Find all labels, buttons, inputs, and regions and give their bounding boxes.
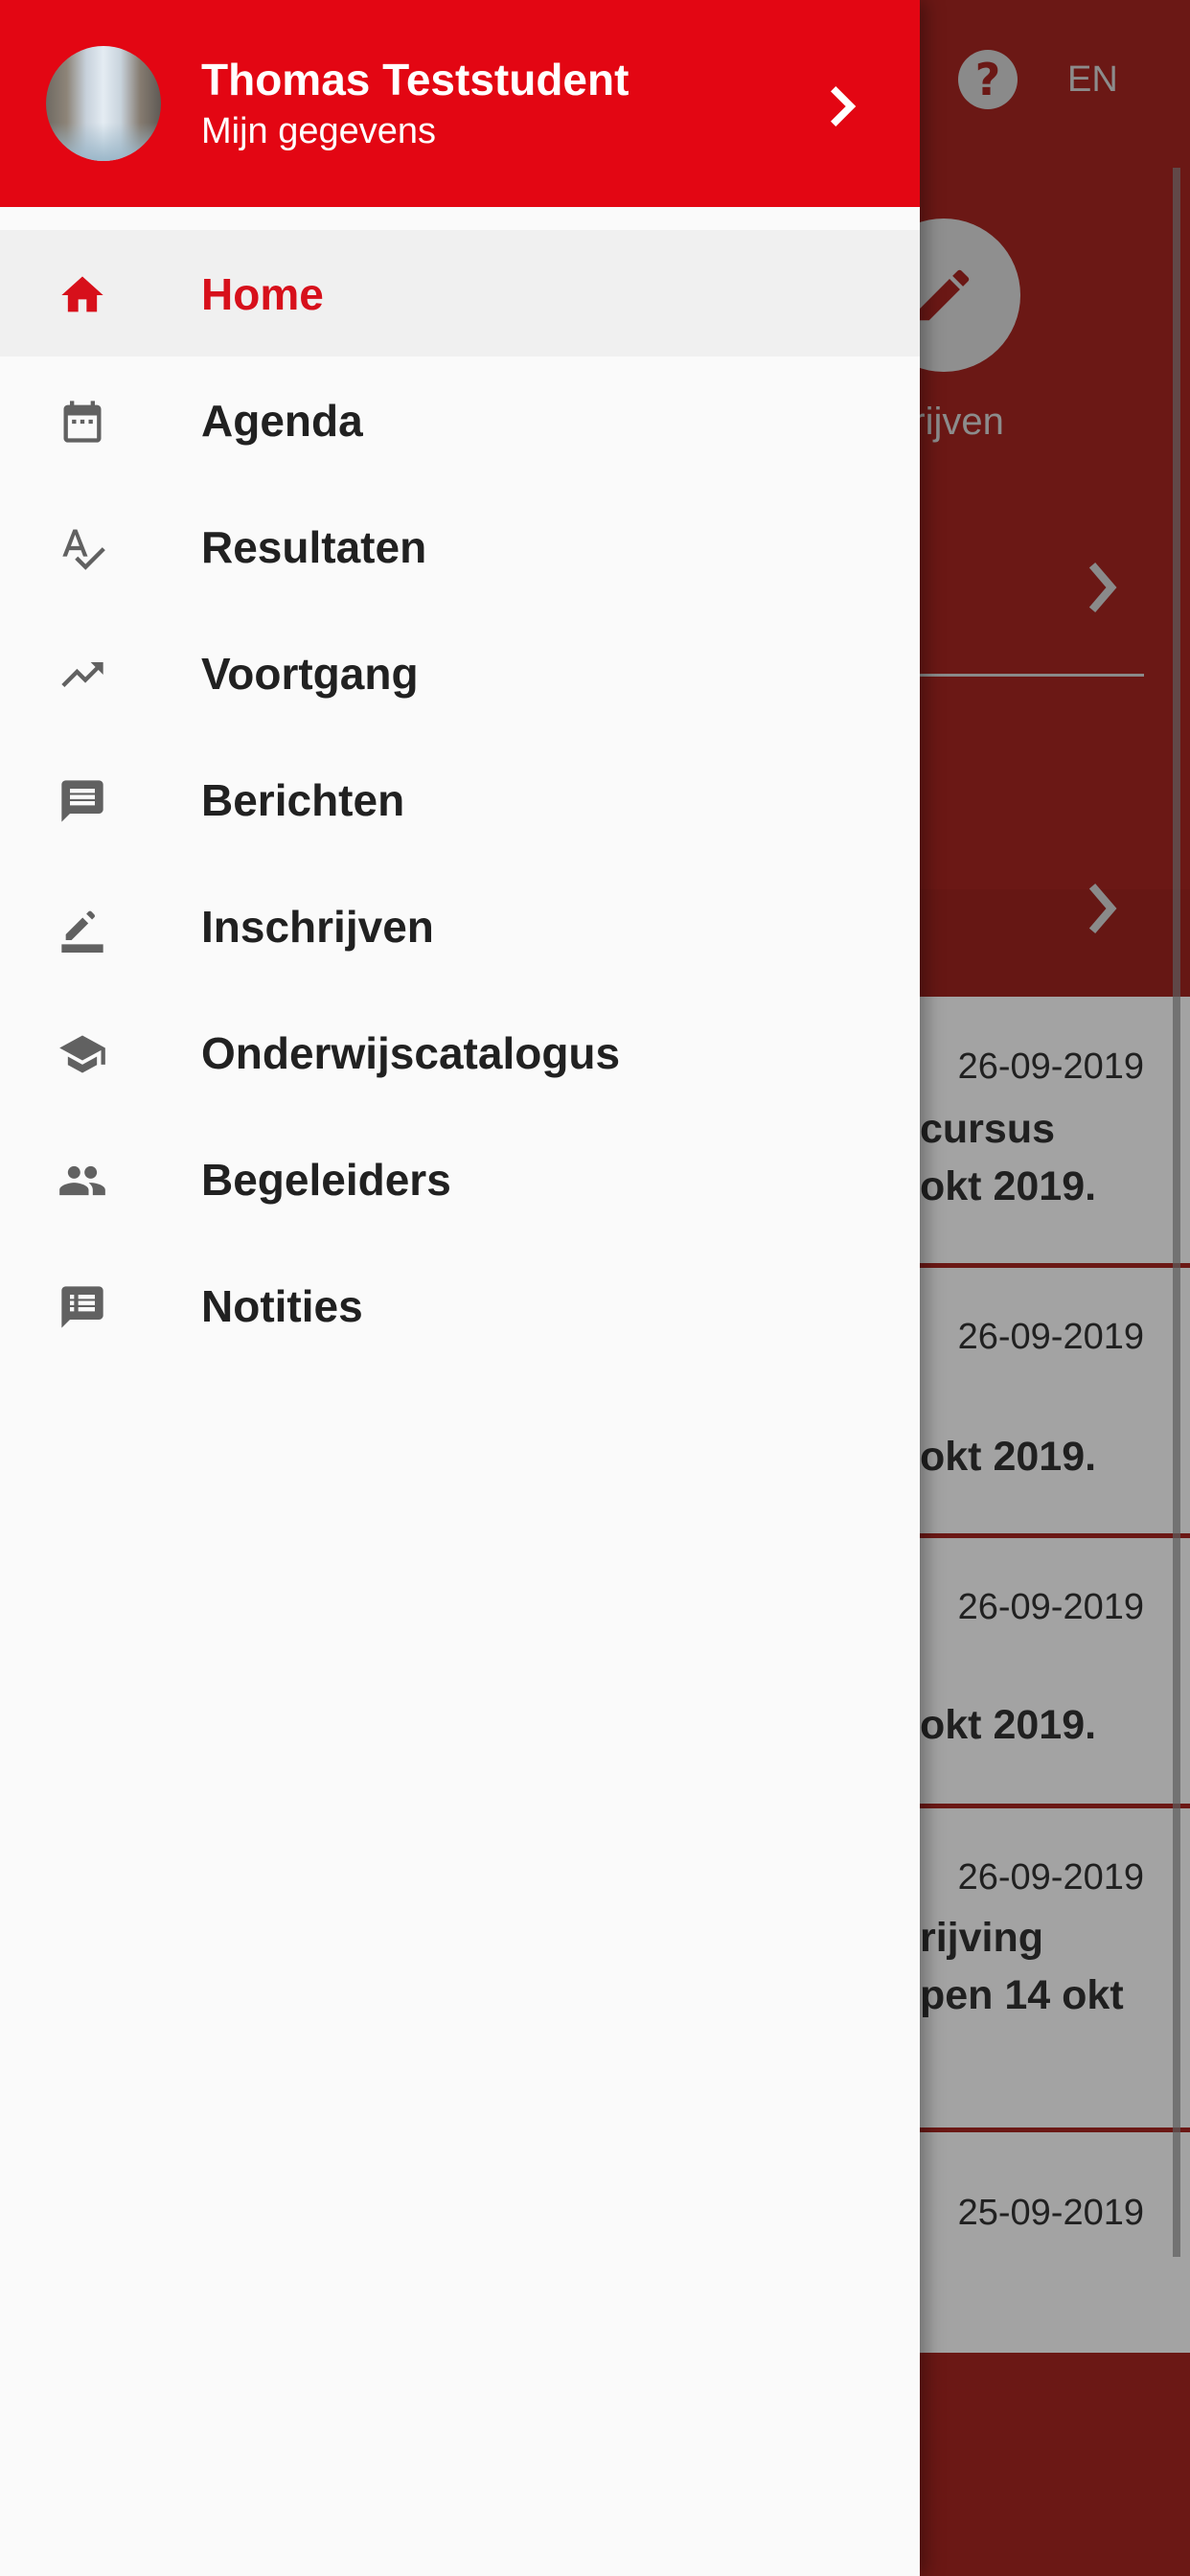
avatar bbox=[46, 46, 161, 161]
card-separator bbox=[920, 2128, 1190, 2132]
menu-item-agenda[interactable]: Agenda bbox=[0, 356, 920, 483]
card-separator bbox=[920, 1263, 1190, 1268]
chevron-right-icon bbox=[831, 86, 857, 126]
card-text: okt 2019. bbox=[920, 1702, 1097, 1748]
calendar-icon bbox=[63, 401, 102, 443]
menu-item-label: Voortgang bbox=[201, 649, 419, 699]
chevron-right-icon bbox=[1088, 562, 1117, 613]
menu-item-label: Begeleiders bbox=[201, 1155, 451, 1205]
news-list: 26-09-2019 cursus okt 2019. 26-09-2019 o… bbox=[920, 997, 1190, 2353]
menu-item-label: Notities bbox=[201, 1281, 363, 1331]
card-date: 26-09-2019 bbox=[957, 1857, 1144, 1898]
help-icon[interactable]: ? bbox=[958, 50, 1018, 109]
card-text: rijving bbox=[920, 1915, 1044, 1961]
card-date: 25-09-2019 bbox=[957, 2193, 1144, 2233]
navigation-drawer: Thomas Teststudent Mijn gegevens Home Ag… bbox=[0, 0, 920, 2576]
divider bbox=[920, 674, 1144, 677]
menu-item-label: Onderwijscatalogus bbox=[201, 1028, 621, 1078]
user-name: Thomas Teststudent bbox=[201, 55, 629, 104]
card-text: okt 2019. bbox=[920, 1434, 1097, 1480]
scrollbar[interactable] bbox=[1173, 168, 1180, 2257]
background-topbar: ? EN bbox=[920, 38, 1190, 125]
menu-item-inschrijven[interactable]: Inschrijven bbox=[0, 862, 920, 989]
user-subtitle: Mijn gegevens bbox=[201, 111, 437, 151]
edit-icon bbox=[61, 910, 103, 953]
card-date: 26-09-2019 bbox=[957, 1587, 1144, 1627]
background-band bbox=[920, 688, 1190, 889]
background-band-2 bbox=[920, 889, 1190, 997]
menu-item-label: Home bbox=[201, 269, 324, 319]
message-icon bbox=[61, 780, 103, 822]
card-text: cursus bbox=[920, 1106, 1056, 1152]
card-text: pen 14 okt bbox=[920, 1972, 1124, 2018]
drawer-header[interactable]: Thomas Teststudent Mijn gegevens bbox=[0, 0, 920, 207]
card-date: 26-09-2019 bbox=[957, 1046, 1144, 1087]
menu-item-voortgang[interactable]: Voortgang bbox=[0, 610, 920, 736]
menu-item-notities[interactable]: Notities bbox=[0, 1242, 920, 1368]
edit-icon bbox=[918, 269, 970, 321]
menu-item-label: Berichten bbox=[201, 775, 405, 825]
chevron-right-icon bbox=[1088, 883, 1117, 934]
menu-item-onderwijscatalogus[interactable]: Onderwijscatalogus bbox=[0, 989, 920, 1116]
language-toggle[interactable]: EN bbox=[1067, 59, 1118, 101]
home-icon bbox=[61, 276, 103, 312]
card-separator bbox=[920, 1804, 1190, 1808]
card-date: 26-09-2019 bbox=[957, 1317, 1144, 1357]
menu-item-label: Resultaten bbox=[201, 522, 427, 572]
card-text: okt 2019. bbox=[920, 1163, 1097, 1209]
drawer-menu: Home Agenda Resultaten Voortgang Bericht… bbox=[0, 230, 920, 1368]
trending-up-icon bbox=[61, 662, 103, 687]
menu-item-begeleiders[interactable]: Begeleiders bbox=[0, 1116, 920, 1242]
school-icon bbox=[59, 1035, 105, 1073]
spellcheck-icon bbox=[62, 529, 105, 570]
menu-item-home[interactable]: Home bbox=[0, 230, 920, 356]
notes-icon bbox=[61, 1286, 103, 1328]
menu-item-resultaten[interactable]: Resultaten bbox=[0, 483, 920, 610]
card-separator bbox=[920, 1533, 1190, 1538]
menu-item-label: Agenda bbox=[201, 396, 363, 446]
menu-item-label: Inschrijven bbox=[201, 902, 434, 952]
people-icon bbox=[59, 1165, 105, 1196]
menu-item-berichten[interactable]: Berichten bbox=[0, 736, 920, 862]
